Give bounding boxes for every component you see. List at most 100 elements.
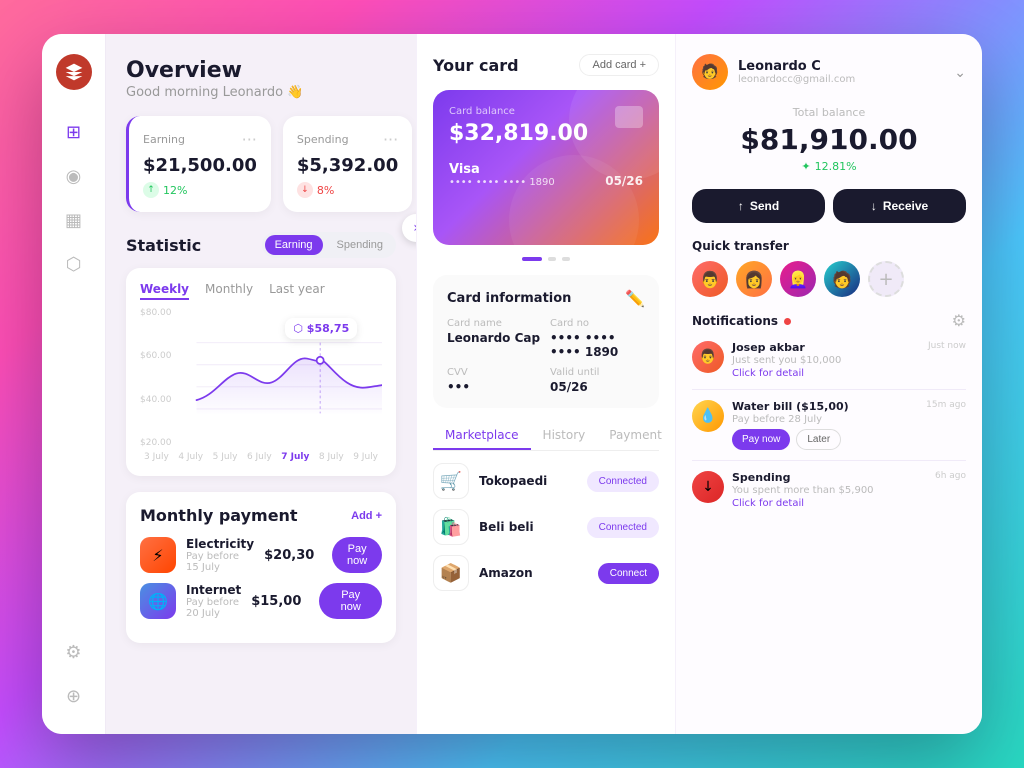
main-content: Overview Good morning Leonardo 👋 Earning… — [106, 34, 982, 734]
notif-1-content: Josep akbar Just sent you $10,000 Click … — [732, 341, 920, 379]
card-dot-2[interactable] — [548, 257, 556, 261]
tab-history[interactable]: History — [531, 422, 598, 450]
tokopaedi-status-button[interactable]: Connected — [587, 471, 659, 492]
statistic-title: Statistic — [126, 236, 201, 255]
sidebar: ⊞ ◉ ▦ ⬡ ⚙ ⊕ — [42, 34, 106, 734]
earning-value: $21,500.00 — [143, 155, 257, 176]
transfer-add-contact[interactable]: + — [868, 261, 904, 297]
notif-3-name: Spending — [732, 471, 927, 484]
earning-change: 12% — [163, 184, 187, 197]
add-payment-button[interactable]: Add + — [351, 510, 382, 522]
card-valid-value: 05/26 — [550, 380, 645, 394]
sidebar-item-grid[interactable]: ⊞ — [56, 114, 92, 150]
merchant-belibeli: 🛍️ Beli beli Connected — [433, 509, 659, 545]
notif-1-time: Just now — [928, 341, 966, 351]
tab-marketplace[interactable]: Marketplace — [433, 422, 531, 450]
card-brand-info: Visa •••• •••• •••• 1890 — [449, 162, 555, 188]
spending-menu[interactable]: ··· — [383, 130, 398, 149]
tab-weekly[interactable]: Weekly — [140, 282, 189, 300]
notif-3-link[interactable]: Click for detail — [732, 498, 927, 509]
amazon-connect-button[interactable]: Connect — [598, 563, 659, 584]
internet-name: Internet — [186, 583, 241, 597]
card-balance-label: Card balance — [449, 106, 643, 117]
left-panel: Overview Good morning Leonardo 👋 Earning… — [106, 34, 416, 734]
card-valid-label: Valid until — [550, 367, 645, 378]
monthly-header: Monthly payment Add + — [140, 506, 382, 525]
merchant-tokopaedi: 🛒 Tokopaedi Connected — [433, 463, 659, 499]
card-chip — [615, 106, 643, 128]
spending-label: Spending — [297, 133, 349, 146]
add-card-label: Add card + — [592, 59, 646, 71]
notif-1-avatar: 👨 — [692, 341, 724, 373]
transfer-contact-2[interactable]: 👩 — [736, 261, 772, 297]
receive-label: Receive — [883, 199, 928, 213]
receive-button[interactable]: ↓ Receive — [833, 189, 966, 223]
tokopaedi-logo: 🛒 — [433, 463, 469, 499]
tab-earning[interactable]: Earning — [265, 235, 323, 255]
electricity-icon: ⚡ — [140, 537, 176, 573]
page-subtitle: Good morning Leonardo 👋 — [126, 85, 396, 100]
earning-menu[interactable]: ··· — [242, 130, 257, 149]
notification-1: 👨 Josep akbar Just sent you $10,000 Clic… — [692, 341, 966, 390]
notif-2-name: Water bill ($15,00) — [732, 400, 918, 413]
card-info-edit-icon[interactable]: ✏️ — [625, 289, 645, 308]
sidebar-item-settings[interactable]: ⚙ — [56, 634, 92, 670]
receive-icon: ↓ — [871, 199, 877, 213]
sidebar-item-analytics[interactable]: ◉ — [56, 158, 92, 194]
notif-1-desc: Just sent you $10,000 — [732, 355, 920, 366]
internet-pay-button[interactable]: Pay now — [319, 583, 382, 619]
electricity-info: Electricity Pay before 15 July — [186, 537, 254, 573]
notifications-section: Notifications ⚙ 👨 Josep akbar Just sent … — [692, 311, 966, 519]
sidebar-item-transfer[interactable]: ⬡ — [56, 246, 92, 282]
payment-internet: 🌐 Internet Pay before 20 July $15,00 Pay… — [140, 583, 382, 619]
tab-monthly[interactable]: Monthly — [205, 282, 253, 300]
card-name-item: Card name Leonardo Cap — [447, 318, 542, 359]
balance-value: $81,910.00 — [692, 123, 966, 156]
monthly-payment-section: Monthly payment Add + ⚡ Electricity Pay … — [126, 492, 396, 643]
card-balance-value: $32,819.00 — [449, 121, 643, 146]
card-cvv-item: CVV ••• — [447, 367, 542, 394]
earning-label: Earning — [143, 133, 185, 146]
transfer-contact-4[interactable]: 🧑 — [824, 261, 860, 297]
card-panel-header: Your card Add card + — [433, 54, 659, 76]
tab-last-year[interactable]: Last year — [269, 282, 325, 300]
card-bottom: Visa •••• •••• •••• 1890 05/26 — [449, 162, 643, 188]
tab-spending[interactable]: Spending — [327, 235, 394, 255]
transfer-avatars: 👨 👩 👱‍♀️ 🧑 + — [692, 261, 966, 297]
user-dropdown-button[interactable]: ⌄ — [954, 64, 966, 81]
user-name: Leonardo C — [738, 59, 855, 74]
notif-2-actions: Pay now Later — [732, 429, 918, 450]
balance-change-value: 12.81% — [815, 160, 857, 173]
statistic-header: Statistic Earning Spending — [126, 232, 396, 258]
scroll-right-button[interactable]: › — [402, 214, 416, 242]
sidebar-item-add-user[interactable]: ⊕ — [56, 678, 92, 714]
tab-payment[interactable]: Payment — [597, 422, 674, 450]
notif-1-link[interactable]: Click for detail — [732, 368, 920, 379]
chart-y-labels: $80.00$60.00$40.00$20.00 — [140, 308, 172, 448]
electricity-name: Electricity — [186, 537, 254, 551]
belibeli-status-button[interactable]: Connected — [587, 517, 659, 538]
amazon-logo: 📦 — [433, 555, 469, 591]
send-button[interactable]: ↑ Send — [692, 189, 825, 223]
card-dot-3[interactable] — [562, 257, 570, 261]
electricity-pay-button[interactable]: Pay now — [332, 537, 382, 573]
notif-1-name: Josep akbar — [732, 341, 920, 354]
add-card-button[interactable]: Add card + — [579, 54, 659, 76]
notifications-settings-button[interactable]: ⚙ — [952, 311, 966, 331]
notifications-header: Notifications ⚙ — [692, 311, 966, 331]
notif-3-avatar: ↓ — [692, 471, 724, 503]
transfer-contact-1[interactable]: 👨 — [692, 261, 728, 297]
card-valid-item: Valid until 05/26 — [550, 367, 645, 394]
sidebar-item-cards[interactable]: ▦ — [56, 202, 92, 238]
notif-2-pay-button[interactable]: Pay now — [732, 429, 790, 450]
transfer-contact-3[interactable]: 👱‍♀️ — [780, 261, 816, 297]
balance-label: Total balance — [692, 106, 966, 119]
user-email: leonardocc@gmail.com — [738, 74, 855, 85]
card-dot-1[interactable] — [522, 257, 542, 261]
spending-value: $5,392.00 — [297, 155, 398, 176]
card-info-header: Card information ✏️ — [447, 289, 645, 308]
card-no-label: Card no — [550, 318, 645, 329]
notif-2-later-button[interactable]: Later — [796, 429, 841, 450]
user-header: 🧑 Leonardo C leonardocc@gmail.com ⌄ — [692, 54, 966, 90]
merchant-amazon: 📦 Amazon Connect — [433, 555, 659, 591]
